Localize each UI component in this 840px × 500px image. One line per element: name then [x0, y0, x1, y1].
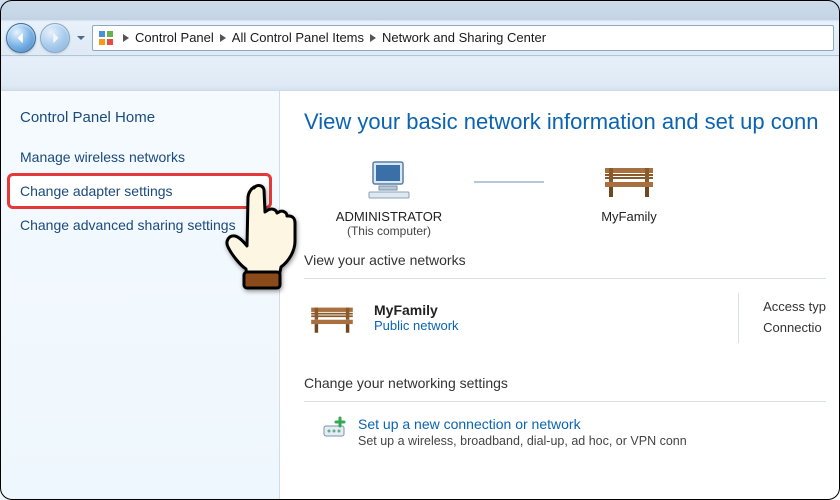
node-label: MyFamily — [544, 209, 714, 224]
sidebar-link-change-advanced[interactable]: Change advanced sharing settings — [20, 216, 259, 234]
sidebar: Control Panel Home Manage wireless netwo… — [0, 91, 280, 500]
chevron-down-icon — [77, 34, 85, 42]
network-node[interactable]: MyFamily — [544, 153, 714, 224]
breadcrumb-arrow[interactable] — [121, 34, 131, 42]
active-networks-heading: View your active networks — [304, 252, 826, 268]
active-network-details: Access typ Connectio — [738, 293, 826, 343]
forward-button[interactable] — [40, 23, 70, 53]
new-connection-icon — [322, 416, 348, 442]
setup-connection-item[interactable]: Set up a new connection or network Set u… — [304, 416, 826, 448]
computer-icon — [304, 153, 474, 207]
bench-icon — [544, 153, 714, 207]
active-network-row: MyFamily Public network Access typ Conne… — [304, 293, 826, 343]
sidebar-link-manage-wireless[interactable]: Manage wireless networks — [20, 148, 259, 166]
network-connector-line — [474, 181, 544, 183]
history-dropdown[interactable] — [74, 23, 88, 53]
page-title: View your basic network information and … — [304, 109, 826, 135]
breadcrumb-network-sharing[interactable]: Network and Sharing Center — [380, 30, 548, 45]
control-panel-icon — [97, 29, 115, 47]
toolbar — [0, 56, 840, 90]
this-computer-node[interactable]: ADMINISTRATOR (This computer) — [304, 153, 474, 238]
arrow-right-icon — [48, 31, 62, 45]
node-label: ADMINISTRATOR — [304, 209, 474, 224]
back-button[interactable] — [6, 23, 36, 53]
breadcrumb-control-panel[interactable]: Control Panel — [133, 30, 216, 45]
active-network-type-link[interactable]: Public network — [374, 318, 459, 333]
main-panel: View your basic network information and … — [280, 91, 840, 500]
access-type-label: Access typ — [763, 297, 826, 318]
navigation-bar: Control Panel All Control Panel Items Ne… — [0, 20, 840, 56]
change-settings-heading: Change your networking settings — [304, 375, 826, 391]
window-titlebar — [0, 0, 840, 20]
bench-icon — [304, 298, 360, 338]
node-sublabel: (This computer) — [304, 224, 474, 238]
setup-connection-desc: Set up a wireless, broadband, dial-up, a… — [358, 434, 687, 448]
setup-connection-link[interactable]: Set up a new connection or network — [358, 416, 687, 432]
breadcrumb-arrow[interactable] — [368, 34, 378, 42]
sidebar-home-link[interactable]: Control Panel Home — [20, 109, 259, 126]
breadcrumb-all-items[interactable]: All Control Panel Items — [230, 30, 366, 45]
address-bar[interactable]: Control Panel All Control Panel Items Ne… — [92, 25, 834, 51]
divider — [304, 278, 826, 279]
arrow-left-icon — [14, 31, 28, 45]
active-network-meta: MyFamily Public network — [374, 302, 459, 333]
divider — [304, 401, 826, 402]
network-map: ADMINISTRATOR (This computer) — [304, 153, 826, 238]
content-area: Control Panel Home Manage wireless netwo… — [0, 90, 840, 500]
sidebar-link-change-adapter[interactable]: Change adapter settings — [7, 173, 272, 209]
change-settings-section: Change your networking settings Set up a… — [304, 375, 826, 448]
active-network-name: MyFamily — [374, 302, 459, 318]
breadcrumb-arrow[interactable] — [218, 34, 228, 42]
connections-label: Connectio — [763, 318, 826, 339]
